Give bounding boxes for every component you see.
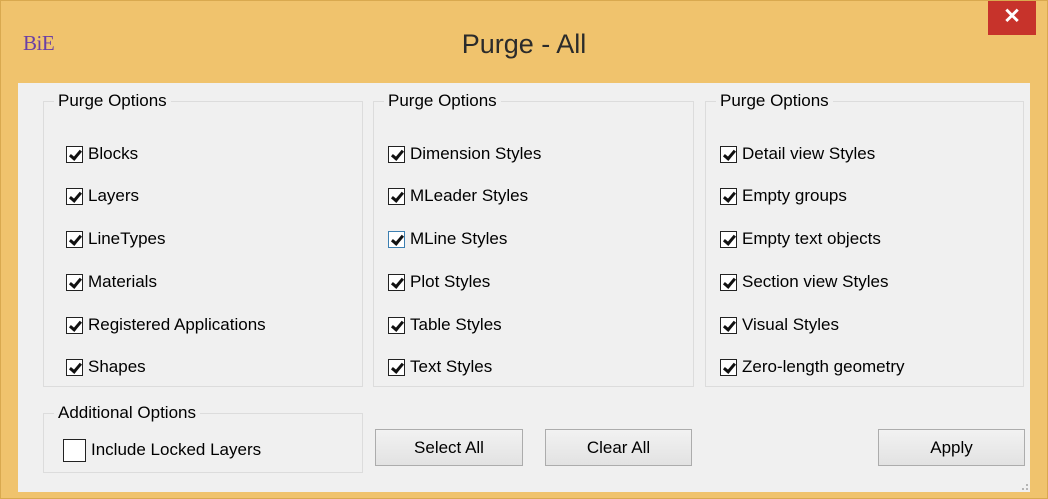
checkbox-plot-styles[interactable]: Plot Styles (388, 271, 490, 293)
checkbox-box[interactable] (388, 358, 405, 376)
checkbox-label: Plot Styles (410, 272, 491, 291)
checkbox-label: Dimension Styles (410, 144, 542, 163)
checkbox-box[interactable] (720, 358, 737, 376)
checkbox-label: Shapes (88, 357, 146, 376)
checkbox-label: Visual Styles (742, 315, 840, 334)
checkbox-box[interactable] (66, 273, 83, 291)
additional-options-group: Additional Options Include Locked Layers (43, 403, 363, 473)
checkbox-box[interactable] (720, 273, 737, 291)
checkbox-label: Layers (88, 186, 140, 205)
checkbox-label: Zero-length geometry (742, 357, 905, 376)
checkbox-empty-groups[interactable]: Empty groups (720, 185, 847, 207)
checkbox-shapes[interactable]: Shapes (66, 356, 146, 378)
dialog-content: Purge Options Blocks Layers LineTypes Ma… (18, 83, 1030, 492)
checkbox-zero-length-geometry[interactable]: Zero-length geometry (720, 356, 905, 378)
checkbox-label: Text Styles (410, 357, 493, 376)
checkbox-visual-styles[interactable]: Visual Styles (720, 314, 839, 336)
checkbox-label: Empty text objects (742, 229, 881, 248)
checkbox-label: Table Styles (410, 315, 502, 334)
checkbox-box[interactable] (388, 230, 405, 248)
group-label: Additional Options (54, 403, 200, 423)
checkbox-layers[interactable]: Layers (66, 185, 139, 207)
title-bar[interactable]: BiE Purge - All ✕ (1, 1, 1047, 83)
checkbox-label: Registered Applications (88, 315, 266, 334)
checkbox-box[interactable] (66, 187, 83, 205)
checkbox-materials[interactable]: Materials (66, 271, 157, 293)
checkbox-box[interactable] (388, 187, 405, 205)
checkbox-box[interactable] (720, 145, 737, 163)
purge-options-group-3: Purge Options Detail view Styles Empty g… (705, 91, 1024, 387)
checkbox-label: MLine Styles (410, 229, 508, 248)
checkbox-box[interactable] (66, 358, 83, 376)
checkbox-box[interactable] (720, 316, 737, 334)
select-all-button[interactable]: Select All (375, 429, 523, 466)
checkbox-box[interactable] (66, 145, 83, 163)
checkbox-label: MLeader Styles (410, 186, 529, 205)
checkbox-mline-styles[interactable]: MLine Styles (388, 228, 507, 250)
checkbox-box[interactable] (720, 230, 737, 248)
checkbox-box[interactable] (63, 438, 86, 462)
checkbox-label: Blocks (88, 144, 139, 163)
purge-options-group-2: Purge Options Dimension Styles MLeader S… (373, 91, 694, 387)
close-icon: ✕ (1003, 5, 1021, 28)
checkbox-label: Empty groups (742, 186, 847, 205)
checkbox-box[interactable] (66, 230, 83, 248)
group-label: Purge Options (384, 91, 501, 111)
clear-all-button[interactable]: Clear All (545, 429, 692, 466)
checkbox-include-locked-layers[interactable]: Include Locked Layers (63, 438, 262, 462)
checkbox-label: LineTypes (88, 229, 166, 248)
resize-grip-icon[interactable] (1018, 480, 1028, 490)
checkbox-label: Detail view Styles (742, 144, 876, 163)
checkbox-box[interactable] (720, 187, 737, 205)
window-title: Purge - All (461, 29, 587, 59)
checkbox-box[interactable] (388, 145, 405, 163)
checkbox-box[interactable] (388, 316, 405, 334)
apply-button[interactable]: Apply (878, 429, 1025, 466)
checkbox-label: Include Locked Layers (91, 440, 262, 459)
checkbox-label: Section view Styles (742, 272, 889, 291)
checkbox-dimension-styles[interactable]: Dimension Styles (388, 143, 541, 165)
group-label: Purge Options (54, 91, 171, 111)
purge-dialog: BiE Purge - All ✕ Purge Options Blocks L… (0, 0, 1048, 499)
group-label: Purge Options (716, 91, 833, 111)
checkbox-table-styles[interactable]: Table Styles (388, 314, 502, 336)
checkbox-detail-view-styles[interactable]: Detail view Styles (720, 143, 875, 165)
checkbox-registered-applications[interactable]: Registered Applications (66, 314, 266, 336)
checkbox-mleader-styles[interactable]: MLeader Styles (388, 185, 528, 207)
checkbox-label: Materials (88, 272, 157, 291)
checkbox-empty-text-objects[interactable]: Empty text objects (720, 228, 881, 250)
checkbox-box[interactable] (66, 316, 83, 334)
close-button[interactable]: ✕ (988, 1, 1036, 35)
checkbox-section-view-styles[interactable]: Section view Styles (720, 271, 888, 293)
checkbox-text-styles[interactable]: Text Styles (388, 356, 492, 378)
purge-options-group-1: Purge Options Blocks Layers LineTypes Ma… (43, 91, 363, 387)
checkbox-linetypes[interactable]: LineTypes (66, 228, 166, 250)
checkbox-box[interactable] (388, 273, 405, 291)
checkbox-blocks[interactable]: Blocks (66, 143, 138, 165)
